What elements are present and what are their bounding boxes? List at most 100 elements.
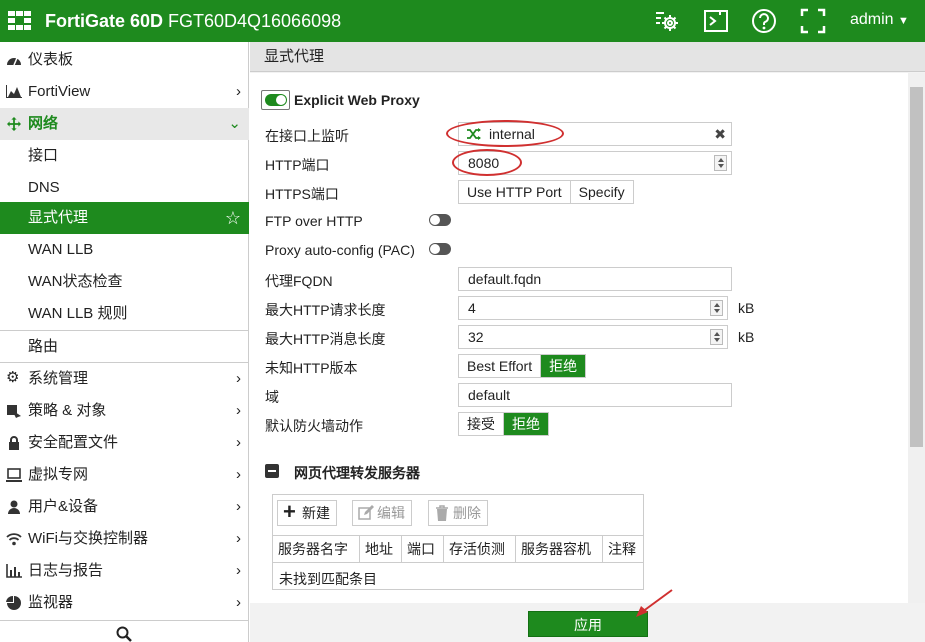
explicit-proxy-toggle-frame[interactable] — [261, 90, 290, 110]
edit-button[interactable]: 编辑 — [352, 500, 412, 526]
http-port-label: HTTP端口 — [265, 157, 330, 173]
ftp-over-http-label: FTP over HTTP — [265, 213, 363, 229]
help-icon[interactable] — [751, 8, 777, 34]
sidebar-item-wan-status-check[interactable]: WAN状态检查 — [0, 266, 249, 298]
sidebar-item-log-report[interactable]: 日志与报告 › — [0, 555, 249, 587]
favorite-star-icon[interactable]: ☆ — [225, 202, 241, 234]
sidebar-item-wan-llb[interactable]: WAN LLB — [0, 234, 249, 266]
max-request-length-value: 4 — [468, 300, 476, 316]
fullscreen-icon[interactable] — [800, 8, 826, 34]
scrollbar-thumb[interactable] — [910, 87, 923, 447]
sidebar-item-label: 虚拟专网 — [28, 466, 89, 483]
chevron-down-icon: ▼ — [898, 15, 909, 27]
apply-button[interactable]: 应用 — [528, 611, 648, 637]
sidebar-item-explicit-proxy[interactable]: 显式代理 ☆ — [0, 202, 249, 234]
chevron-right-icon: › — [236, 594, 241, 611]
realm-input[interactable]: default — [458, 383, 732, 407]
sidebar-item-label: WiFi与交换控制器 — [28, 530, 148, 547]
laptop-icon — [6, 468, 22, 482]
sidebar-item-system[interactable]: ⚙ 系统管理 › — [0, 363, 249, 395]
column-header[interactable]: 服务器名字 — [273, 536, 360, 562]
fortinet-logo-icon — [8, 11, 32, 31]
sidebar-item-label: FortiView — [28, 83, 91, 100]
wifi-icon — [6, 533, 22, 546]
sidebar-item-security-profiles[interactable]: 安全配置文件 › — [0, 427, 249, 459]
sidebar-item-label: 策略 & 对象 — [28, 402, 107, 419]
table-header: 服务器名字 地址 端口 存活侦测 服务器容机 注释 — [273, 535, 643, 563]
sidebar-item-wifi-switch[interactable]: WiFi与交换控制器 › — [0, 523, 249, 555]
dashboard-icon — [7, 57, 21, 66]
user-menu[interactable]: admin ▼ — [850, 11, 909, 29]
user-icon — [8, 500, 20, 514]
chevron-right-icon: › — [236, 402, 241, 419]
max-request-length-input[interactable]: 4 — [458, 296, 728, 320]
explicit-proxy-toggle[interactable] — [265, 94, 287, 106]
sidebar-item-label: 日志与报告 — [28, 562, 104, 579]
specify-option[interactable]: Specify — [570, 181, 633, 203]
cli-console-icon[interactable] — [703, 8, 729, 34]
column-header[interactable]: 服务器容机 — [516, 536, 603, 562]
search-icon[interactable] — [116, 626, 132, 642]
sidebar-item-label: 仪表板 — [28, 51, 74, 68]
sidebar-item-dashboard[interactable]: 仪表板 — [0, 44, 249, 76]
max-request-stepper[interactable] — [710, 300, 723, 316]
policy-icon — [7, 405, 21, 418]
sidebar-item-user-device[interactable]: 用户&设备 › — [0, 491, 249, 523]
sidebar-item-label: 用户&设备 — [28, 498, 99, 515]
sidebar-item-dns[interactable]: DNS — [0, 172, 249, 204]
edit-pencil-icon — [358, 505, 374, 520]
sidebar-item-wan-llb-rules[interactable]: WAN LLB 规则 — [0, 298, 249, 330]
plus-icon: + — [283, 499, 296, 524]
edit-button-label: 编辑 — [377, 505, 405, 521]
system-settings-icon[interactable] — [654, 8, 680, 34]
reject-option[interactable]: 拒绝 — [541, 355, 586, 377]
sidebar-item-label: 接口 — [28, 147, 59, 164]
sidebar-item-policy[interactable]: 策略 & 对象 › — [0, 395, 249, 427]
https-port-selector[interactable]: Use HTTP Port Specify — [458, 180, 634, 204]
ftp-over-http-toggle[interactable] — [429, 214, 451, 226]
user-name: admin — [850, 11, 894, 28]
best-effort-option[interactable]: Best Effort — [459, 355, 542, 377]
default-fw-action-selector[interactable]: 接受 拒绝 — [458, 412, 549, 436]
chevron-down-icon: ⌄ — [228, 115, 241, 132]
sidebar-item-label: 路由 — [28, 338, 59, 355]
sidebar-item-monitor[interactable]: 监视器 › — [0, 587, 249, 619]
max-message-length-input[interactable]: 32 — [458, 325, 728, 349]
accept-option[interactable]: 接受 — [459, 413, 504, 435]
sidebar-item-label: 监视器 — [28, 594, 74, 611]
listen-label: 在接口上监听 — [265, 128, 349, 144]
pac-label: Proxy auto-config (PAC) — [265, 242, 415, 258]
column-header[interactable]: 注释 — [603, 536, 643, 562]
max-request-length-label: 最大HTTP请求长度 — [265, 302, 386, 318]
max-message-stepper[interactable] — [710, 329, 723, 345]
column-header[interactable]: 存活侦测 — [444, 536, 516, 562]
trash-icon — [436, 505, 448, 521]
column-header[interactable]: 地址 — [360, 536, 402, 562]
pac-toggle[interactable] — [429, 243, 451, 255]
sidebar-item-network[interactable]: 网络 ⌄ — [0, 108, 249, 140]
max-message-length-value: 32 — [468, 329, 484, 345]
sidebar-item-label: WAN LLB 规则 — [28, 305, 128, 322]
remove-x-icon[interactable]: ✖ — [714, 123, 726, 145]
unknown-http-version-selector[interactable]: Best Effort 拒绝 — [458, 354, 587, 378]
use-http-port-option[interactable]: Use HTTP Port — [459, 181, 571, 203]
sidebar-item-label: DNS — [28, 179, 60, 196]
new-button[interactable]: + 新建 — [277, 500, 337, 526]
collapse-minus-icon[interactable] — [265, 464, 279, 478]
brand-name: FortiGate 60D — [45, 11, 164, 31]
http-port-stepper[interactable] — [714, 155, 727, 171]
chevron-right-icon: › — [236, 83, 241, 100]
top-bar: FortiGate 60D FGT60D4Q16066098 admin ▼ — [0, 0, 925, 42]
scrollbar[interactable] — [908, 73, 925, 603]
sidebar-item-fortiview[interactable]: FortiView › — [0, 76, 249, 108]
sidebar-item-interfaces[interactable]: 接口 — [0, 140, 249, 172]
delete-button[interactable]: 删除 — [428, 500, 488, 526]
deny-option[interactable]: 拒绝 — [504, 413, 548, 435]
chevron-right-icon: › — [236, 466, 241, 483]
delete-button-label: 删除 — [453, 505, 481, 521]
sidebar-item-vpn[interactable]: 虚拟专网 › — [0, 459, 249, 491]
sidebar-search[interactable] — [0, 620, 249, 642]
sidebar-item-routing[interactable]: 路由 — [0, 331, 249, 363]
column-header[interactable]: 端口 — [402, 536, 444, 562]
fqdn-input[interactable]: default.fqdn — [458, 267, 732, 291]
